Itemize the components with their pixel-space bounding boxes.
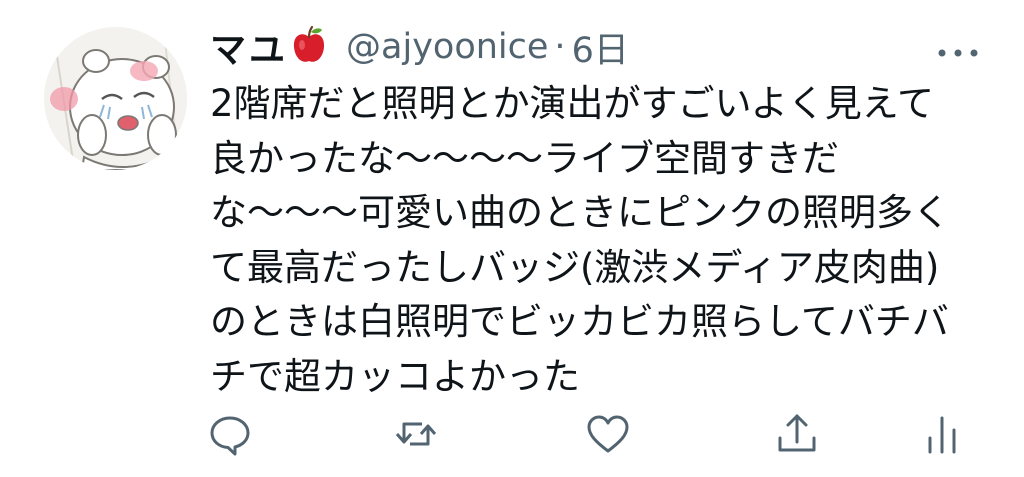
separator-dot: · [554,27,566,67]
display-name[interactable]: マユ [210,21,288,73]
red-apple-icon [292,25,326,65]
heart-icon[interactable] [586,412,630,456]
avatar-illustration [44,27,187,170]
analytics-icon[interactable] [920,412,964,456]
tweet-timestamp[interactable]: 6日 [572,22,629,73]
more-icon[interactable] [936,44,980,57]
tweet-actions [208,412,968,456]
tweet-text-line: て最高だったしバッジ(激渋メディア皮肉曲) [210,245,940,289]
tweet-text-line: な〜〜〜可愛い曲のときにピンクの照明多く [210,191,950,234]
tweet-text: 2階席だと照明とか演出がすごいよく見えて 良かったな〜〜〜〜ライブ空間すきだ な… [210,77,1000,404]
retweet-icon[interactable] [394,412,438,456]
tweet-text-line: チで超カッコよかった [210,354,580,398]
tweet-text-line: のときは白照明でビッカビカ照らしてバチバ [210,300,949,343]
tweet-text-line: 2階席だと照明とか演出がすごいよく見えて [210,82,934,125]
share-icon[interactable] [775,412,819,456]
tweet-header: マユ @ajyoonice · 6日 [210,16,990,78]
reply-icon[interactable] [208,412,252,456]
tweet[interactable]: マユ @ajyoonice · 6日 2階席だと照明とか演出がすごいよく見えて … [0,0,1024,477]
avatar[interactable] [44,27,187,170]
tweet-content: マユ @ajyoonice · 6日 2階席だと照明とか演出がすごいよく見えて … [210,16,990,404]
user-handle[interactable]: @ajyoonice [346,27,548,67]
tweet-text-line: 良かったな〜〜〜〜ライブ空間すきだ [210,136,839,180]
